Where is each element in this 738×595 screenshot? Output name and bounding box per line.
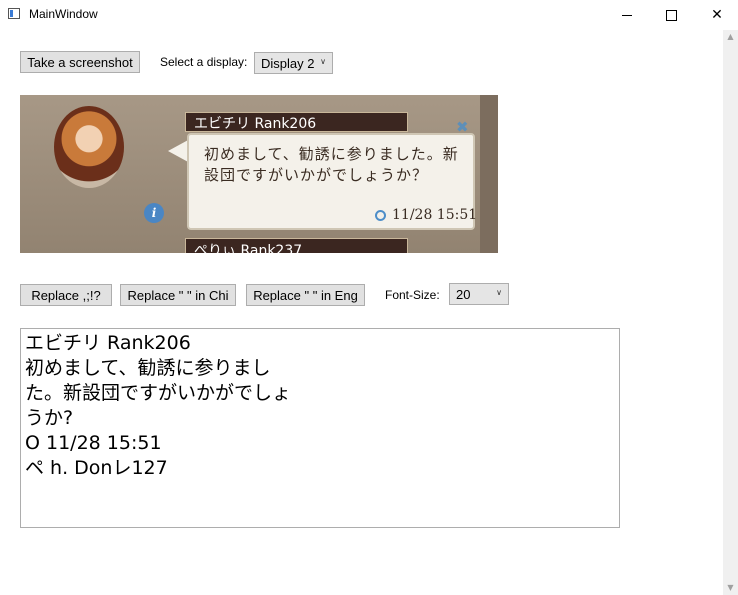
close-button[interactable]: ✕: [694, 0, 738, 30]
info-icon: i: [144, 203, 164, 223]
scroll-down-icon[interactable]: ▼: [723, 581, 738, 595]
preview-frame-edge: [480, 95, 498, 253]
preview-next-player-name: ぺりぃ Rank237: [194, 243, 303, 253]
scroll-up-icon[interactable]: ▲: [723, 30, 738, 44]
take-screenshot-button[interactable]: Take a screenshot: [20, 51, 140, 73]
app-window-icon: [8, 8, 20, 19]
ocr-output-textbox[interactable]: エビチリ Rank206 初めまして、勧誘に参りまし た。新設団ですがいかがでし…: [20, 328, 620, 528]
chevron-down-icon: ∨: [496, 288, 502, 297]
close-icon: ✖: [456, 118, 469, 136]
replace-space-chinese-button[interactable]: Replace " " in Chi: [120, 284, 236, 306]
display-select[interactable]: Display 2 ∨: [254, 52, 333, 74]
ocr-output-text: エビチリ Rank206 初めまして、勧誘に参りまし た。新設団ですがいかがでし…: [25, 332, 292, 479]
chevron-down-icon: ∨: [320, 57, 326, 66]
vertical-scrollbar[interactable]: ▲ ▼: [723, 30, 738, 595]
minimize-button[interactable]: [604, 0, 650, 30]
preview-player-name: エビチリ Rank206: [194, 116, 317, 132]
font-size-label: Font-Size:: [385, 288, 440, 302]
display-select-value: Display 2: [261, 56, 315, 71]
replace-punctuation-button[interactable]: Replace ,;!?: [20, 284, 112, 306]
maximize-button[interactable]: [648, 0, 694, 30]
title-bar: MainWindow ✕: [0, 0, 738, 30]
replace-space-english-button[interactable]: Replace " " in Eng: [246, 284, 365, 306]
select-display-label: Select a display:: [160, 55, 248, 69]
preview-message: 初めまして、勧誘に参りました。新設団ですがいかがでしょうか？: [204, 145, 459, 184]
minimize-icon: [622, 14, 632, 16]
font-size-value: 20: [456, 287, 471, 302]
clock-icon: [375, 210, 386, 221]
character-avatar: [54, 106, 124, 188]
screenshot-preview: i エビチリ Rank206 初めまして、勧誘に参りました。新設団ですがいかがで…: [20, 95, 498, 253]
window-title: MainWindow: [29, 7, 98, 21]
close-icon: ✕: [711, 7, 723, 23]
maximize-icon: [665, 9, 677, 21]
font-size-select[interactable]: 20 ∨: [449, 283, 509, 305]
preview-timestamp: 11/28 15:51: [392, 207, 478, 223]
